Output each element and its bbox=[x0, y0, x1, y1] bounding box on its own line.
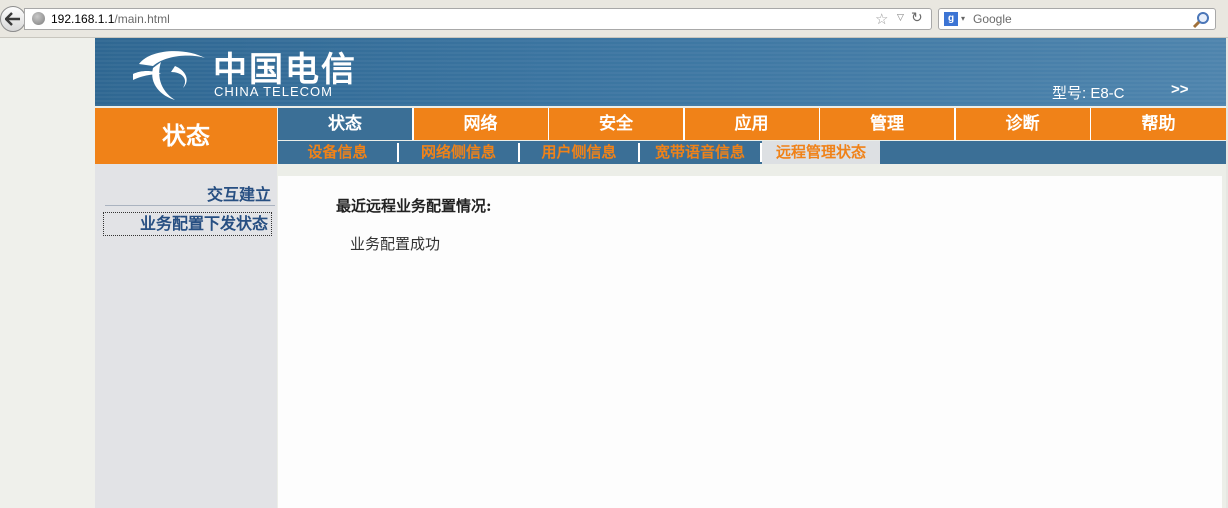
search-bar[interactable]: g ▾ Google bbox=[938, 8, 1216, 30]
history-dropdown-icon[interactable]: ▽ bbox=[897, 13, 904, 23]
tab-application[interactable]: 应用 bbox=[684, 108, 819, 140]
sidebar: 交互建立 业务配置下发状态 bbox=[95, 164, 277, 508]
china-telecom-logo-icon bbox=[133, 51, 205, 100]
sidebar-item-interaction-setup[interactable]: 交互建立 bbox=[207, 181, 271, 205]
browser-toolbar: 192.168.1.1/main.html ☆ ▽ ↻ g ▾ Google bbox=[0, 0, 1228, 38]
back-button[interactable] bbox=[0, 6, 26, 32]
subtab-wan-info[interactable]: 网络侧信息 bbox=[399, 141, 518, 164]
subtab-lan-info[interactable]: 用户侧信息 bbox=[520, 141, 638, 164]
tab-help[interactable]: 帮助 bbox=[1091, 108, 1226, 140]
device-model: 型号: E8-C bbox=[1052, 85, 1125, 102]
bookmark-star-icon[interactable]: ☆ bbox=[875, 10, 888, 28]
sidebar-item-service-config-status[interactable]: 业务配置下发状态 bbox=[103, 212, 272, 236]
section-title: 状态 bbox=[95, 108, 277, 164]
address-bar[interactable]: 192.168.1.1/main.html ☆ ▽ ↻ bbox=[24, 8, 932, 30]
page-margin bbox=[0, 38, 95, 508]
search-placeholder: Google bbox=[973, 12, 1012, 26]
content-panel: 最近远程业务配置情况: 业务配置成功 bbox=[278, 176, 1222, 508]
tab-security[interactable]: 安全 bbox=[549, 108, 683, 140]
search-icon[interactable] bbox=[1192, 11, 1210, 29]
status-message: 业务配置成功 bbox=[350, 235, 441, 253]
sidebar-divider bbox=[105, 205, 275, 206]
sub-nav: 设备信息 网络侧信息 用户侧信息 宽带语音信息 远程管理状态 bbox=[278, 141, 1226, 164]
tab-management[interactable]: 管理 bbox=[820, 108, 954, 140]
reload-icon[interactable]: ↻ bbox=[911, 10, 923, 26]
main-nav: 状态 网络 安全 应用 管理 诊断 帮助 bbox=[278, 108, 1226, 140]
tab-network[interactable]: 网络 bbox=[413, 108, 548, 140]
back-arrow-icon bbox=[5, 12, 20, 26]
globe-icon bbox=[32, 12, 45, 25]
search-engine-icon[interactable]: g bbox=[944, 12, 958, 26]
subtab-device-info[interactable]: 设备信息 bbox=[278, 141, 397, 164]
tab-diagnostics[interactable]: 诊断 bbox=[955, 108, 1090, 140]
more-link[interactable]: >> bbox=[1171, 81, 1189, 98]
tab-status[interactable]: 状态 bbox=[278, 108, 412, 140]
url-text: 192.168.1.1/main.html bbox=[51, 12, 170, 26]
subtab-remote-management-status[interactable]: 远程管理状态 bbox=[762, 141, 880, 164]
subtab-voip-info[interactable]: 宽带语音信息 bbox=[640, 141, 760, 164]
logo-english-text: CHINA TELECOM bbox=[214, 84, 333, 99]
engine-dropdown-icon[interactable]: ▾ bbox=[961, 14, 965, 23]
content-title: 最近远程业务配置情况: bbox=[336, 197, 492, 215]
header-banner: 中国电信 CHINA TELECOM 型号: E8-C >> bbox=[95, 38, 1226, 106]
